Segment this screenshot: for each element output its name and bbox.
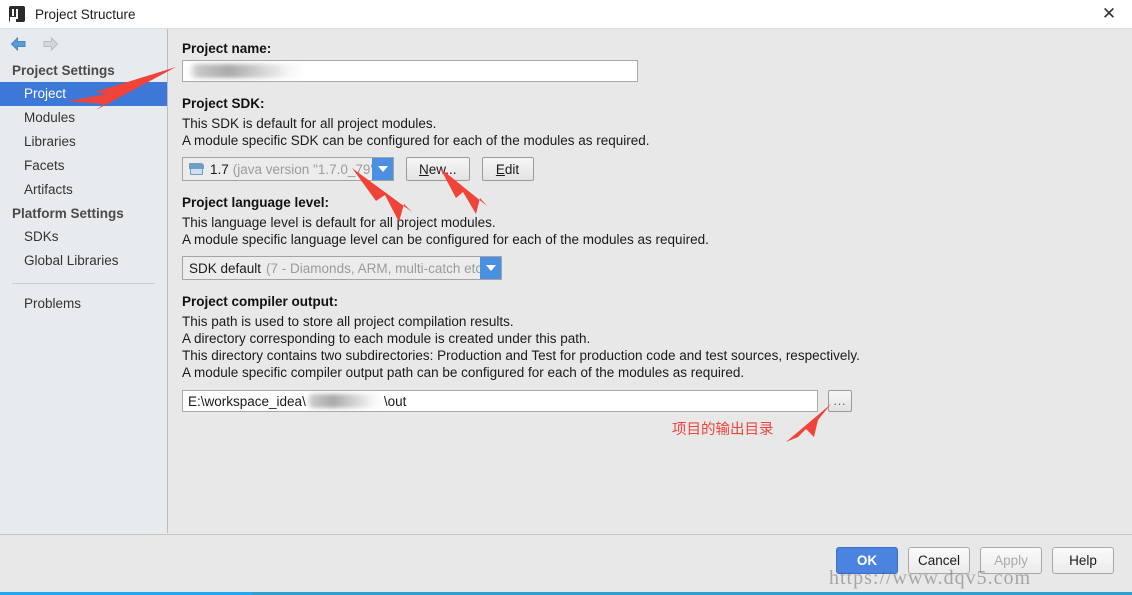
sidebar: Project Settings Project Modules Librari… bbox=[0, 29, 168, 533]
project-sdk-desc-line2: A module specific SDK can be configured … bbox=[182, 133, 650, 148]
edit-sdk-button[interactable]: Edit bbox=[481, 157, 534, 181]
compiler-output-section: Project compiler output: This path is us… bbox=[182, 294, 1132, 412]
language-level-desc-line1: This language level is default for all p… bbox=[182, 215, 496, 230]
sidebar-group-platform-settings: Platform Settings SDKs Global Libraries bbox=[0, 202, 167, 273]
project-sdk-controls: 1.7 (java version "1.7.0_79") New... Edi… bbox=[182, 157, 1132, 181]
compiler-output-label: Project compiler output: bbox=[182, 294, 339, 309]
redacted-project-name bbox=[188, 64, 306, 78]
language-level-desc-line2: A module specific language level can be … bbox=[182, 232, 709, 247]
project-sdk-section: Project SDK: This SDK is default for all… bbox=[182, 96, 1132, 181]
forward-button[interactable] bbox=[38, 33, 62, 55]
project-sdk-value: 1.7 (java version "1.7.0_79") bbox=[183, 158, 372, 180]
ok-button[interactable]: OK bbox=[836, 547, 898, 574]
ellipsis-icon: ... bbox=[833, 394, 847, 408]
project-sdk-combo[interactable]: 1.7 (java version "1.7.0_79") bbox=[182, 157, 394, 181]
chevron-down-icon[interactable] bbox=[372, 158, 393, 180]
arrow-left-icon bbox=[10, 37, 25, 51]
sidebar-divider bbox=[12, 283, 155, 284]
language-level-selected: SDK default bbox=[189, 260, 262, 276]
compiler-output-desc-line4: A module specific compiler output path c… bbox=[182, 365, 745, 380]
language-level-detail: (7 - Diamonds, ARM, multi-catch etc.) bbox=[266, 260, 480, 276]
sidebar-item-artifacts[interactable]: Artifacts bbox=[0, 178, 167, 202]
new-sdk-button[interactable]: New... bbox=[406, 157, 470, 181]
sidebar-item-facets[interactable]: Facets bbox=[0, 154, 167, 178]
compiler-output-desc-line1: This path is used to store all project c… bbox=[182, 314, 514, 329]
title-bar: Project Structure ✕ bbox=[0, 0, 1132, 29]
sidebar-item-project[interactable]: Project bbox=[0, 82, 167, 106]
project-name-input[interactable] bbox=[182, 60, 638, 82]
language-level-label: Project language level: bbox=[182, 195, 330, 210]
project-sdk-label: Project SDK: bbox=[182, 96, 265, 111]
project-sdk-version: 1.7 bbox=[210, 161, 229, 177]
browse-output-button[interactable]: ... bbox=[828, 390, 852, 412]
language-level-combo[interactable]: SDK default (7 - Diamonds, ARM, multi-ca… bbox=[182, 256, 502, 280]
compiler-output-desc-line2: A directory corresponding to each module… bbox=[182, 331, 591, 346]
language-level-value: SDK default (7 - Diamonds, ARM, multi-ca… bbox=[183, 257, 480, 279]
compiler-output-path-prefix: E:\workspace_idea\ bbox=[188, 393, 306, 409]
close-icon[interactable]: ✕ bbox=[1086, 0, 1132, 28]
chevron-down-icon[interactable] bbox=[480, 257, 501, 279]
dialog-buttons: OK Cancel Apply Help bbox=[836, 547, 1114, 574]
sidebar-group-title: Platform Settings bbox=[12, 206, 124, 221]
sidebar-group-title: Project Settings bbox=[12, 63, 115, 78]
window-title: Project Structure bbox=[35, 6, 136, 22]
help-button[interactable]: Help bbox=[1052, 547, 1114, 574]
arrow-right-icon bbox=[43, 37, 58, 51]
redacted-project-folder bbox=[305, 394, 384, 408]
project-structure-dialog: Project Structure ✕ Project Settings Pro… bbox=[0, 0, 1132, 595]
intellij-idea-icon bbox=[9, 6, 25, 22]
project-sdk-desc-line1: This SDK is default for all project modu… bbox=[182, 116, 437, 131]
sidebar-item-problems[interactable]: Problems bbox=[0, 292, 167, 316]
sidebar-item-modules[interactable]: Modules bbox=[0, 106, 167, 130]
sidebar-item-global-libraries[interactable]: Global Libraries bbox=[0, 249, 167, 273]
compiler-output-path-suffix: \out bbox=[383, 393, 407, 409]
sidebar-item-sdks[interactable]: SDKs bbox=[0, 225, 167, 249]
sidebar-group-project-settings: Project Settings Project Modules Librari… bbox=[0, 59, 167, 202]
compiler-output-desc-line3: This directory contains two subdirectori… bbox=[182, 348, 860, 363]
compiler-output-controls: E:\workspace_idea\ \out ... bbox=[182, 390, 1132, 412]
sidebar-item-libraries[interactable]: Libraries bbox=[0, 130, 167, 154]
cancel-button[interactable]: Cancel bbox=[908, 547, 970, 574]
navigation-arrows bbox=[0, 29, 167, 59]
settings-panel: Project name: Project SDK: This SDK is d… bbox=[169, 29, 1132, 533]
project-name-label: Project name: bbox=[182, 41, 272, 56]
project-name-section: Project name: bbox=[182, 41, 1132, 82]
back-button[interactable] bbox=[6, 33, 30, 55]
sdk-folder-icon bbox=[189, 162, 205, 176]
compiler-output-input[interactable]: E:\workspace_idea\ \out bbox=[182, 390, 818, 412]
apply-button: Apply bbox=[980, 547, 1042, 574]
language-level-section: Project language level: This language le… bbox=[182, 195, 1132, 280]
project-sdk-detail: (java version "1.7.0_79") bbox=[232, 161, 372, 177]
dialog-footer: OK Cancel Apply Help bbox=[0, 534, 1132, 593]
language-level-controls: SDK default (7 - Diamonds, ARM, multi-ca… bbox=[182, 256, 1132, 280]
